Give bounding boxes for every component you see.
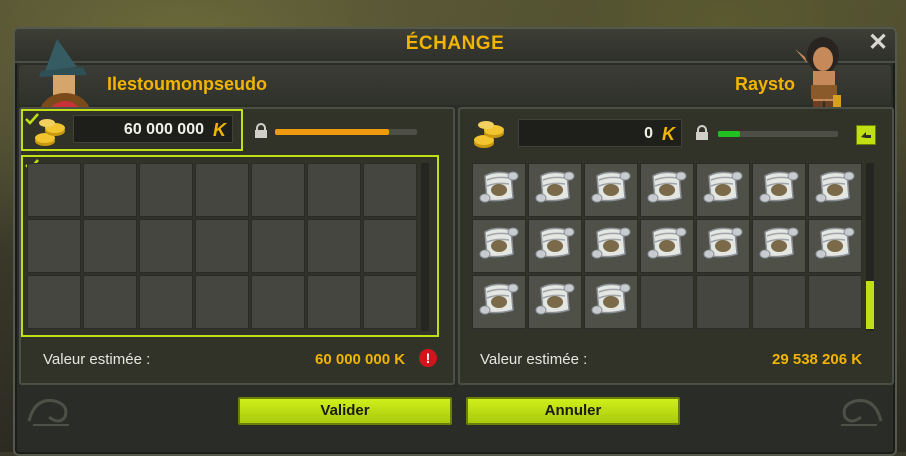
left-estimate-value: 60 000 000 K (315, 351, 406, 368)
left-scrollbar[interactable] (421, 163, 429, 331)
scroll-icon (533, 280, 577, 325)
inventory-slot-item[interactable] (752, 163, 806, 217)
inventory-slot[interactable] (307, 163, 361, 217)
kamas-symbol: K (213, 120, 226, 140)
validate-button[interactable]: Valider (238, 397, 452, 425)
inventory-slot-item[interactable] (808, 219, 862, 273)
scroll-icon (645, 168, 689, 213)
inventory-slot[interactable] (139, 163, 193, 217)
inventory-slot[interactable] (808, 275, 862, 329)
inventory-slot[interactable] (307, 219, 361, 273)
players-bar: Ilestoumonpseudo Raysto (19, 37, 891, 137)
left-estimate-label: Valeur estimée : (43, 351, 151, 368)
inventory-slot[interactable] (251, 163, 305, 217)
inventory-slot[interactable] (83, 163, 137, 217)
inventory-slot-item[interactable] (584, 275, 638, 329)
inventory-slot-item[interactable] (472, 219, 526, 273)
inventory-slot[interactable] (363, 275, 417, 329)
inventory-slot[interactable] (83, 219, 137, 273)
inventory-slot-item[interactable] (696, 163, 750, 217)
inventory-slot[interactable] (251, 219, 305, 273)
lock-icon (255, 123, 267, 138)
inventory-slot[interactable] (83, 275, 137, 329)
inventory-slot[interactable] (752, 275, 806, 329)
left-ornament-icon (27, 398, 69, 426)
inventory-slot[interactable] (696, 275, 750, 329)
inventory-slot[interactable] (27, 163, 81, 217)
inventory-slot-item[interactable] (528, 163, 582, 217)
inventory-slot[interactable] (195, 163, 249, 217)
scroll-icon (477, 168, 521, 213)
scroll-icon (813, 224, 857, 269)
scroll-icon (477, 224, 521, 269)
scroll-icon (757, 224, 801, 269)
exchange-window: ÉCHANGE ✕ Ilestoumonpseudo Raysto 60 000… (13, 27, 897, 456)
inventory-slot-item[interactable] (472, 275, 526, 329)
right-scrollbar[interactable] (866, 163, 874, 331)
scroll-icon (645, 224, 689, 269)
right-kamas-display: 0 K (518, 119, 682, 147)
inventory-slot-item[interactable] (640, 219, 694, 273)
inventory-slot-item[interactable] (640, 163, 694, 217)
inventory-slot[interactable] (363, 163, 417, 217)
left-exchange-panel: 60 000 000 K Valeur estimée : 60 000 000… (19, 107, 455, 385)
right-estimate-label: Valeur estimée : (480, 351, 588, 368)
right-player-name: Raysto (734, 74, 795, 94)
inventory-slot[interactable] (27, 275, 81, 329)
right-exchange-panel: 0 K Valeur estimée : 29 538 206 K (458, 107, 894, 385)
lock-icon (696, 125, 708, 140)
inventory-slot-item[interactable] (808, 163, 862, 217)
scroll-icon (533, 168, 577, 213)
right-progress-fill (718, 131, 740, 137)
close-icon[interactable]: ✕ (867, 31, 889, 55)
scroll-icon (589, 224, 633, 269)
alert-icon[interactable]: ! (419, 349, 437, 367)
inventory-slot-item[interactable] (528, 275, 582, 329)
title-bar[interactable]: ÉCHANGE ✕ (15, 29, 895, 63)
right-item-grid (472, 163, 862, 329)
right-scroll-thumb[interactable] (866, 281, 874, 329)
scroll-icon (813, 168, 857, 213)
inventory-slot[interactable] (195, 275, 249, 329)
window-title: ÉCHANGE (405, 33, 505, 54)
scroll-icon (533, 224, 577, 269)
right-kamas-amount: 0 (644, 125, 653, 142)
inventory-slot[interactable] (27, 219, 81, 273)
inventory-slot[interactable] (139, 219, 193, 273)
scroll-icon (589, 280, 633, 325)
left-kamas-input[interactable]: 60 000 000 K (73, 115, 233, 143)
left-progress-fill (275, 129, 389, 135)
inventory-slot-item[interactable] (584, 219, 638, 273)
inventory-slot[interactable] (363, 219, 417, 273)
cancel-button[interactable]: Annuler (466, 397, 680, 425)
scroll-icon (589, 168, 633, 213)
kamas-symbol: K (662, 124, 675, 144)
right-estimate-value: 29 538 206 K (772, 351, 863, 368)
scroll-icon (701, 168, 745, 213)
left-progress-bar (275, 129, 417, 135)
footer: Valider Annuler (19, 385, 891, 437)
kamas-coins-icon (474, 121, 504, 148)
expand-toggle-icon[interactable] (856, 125, 876, 145)
inventory-slot[interactable] (251, 275, 305, 329)
left-item-grid (27, 163, 417, 329)
inventory-slot-item[interactable] (528, 219, 582, 273)
scroll-icon (757, 168, 801, 213)
inventory-slot-item[interactable] (584, 163, 638, 217)
scroll-icon (477, 280, 521, 325)
inventory-slot[interactable] (640, 275, 694, 329)
right-ornament-icon (841, 398, 883, 426)
left-player-name: Ilestoumonpseudo (107, 74, 268, 94)
right-progress-bar (718, 131, 838, 137)
inventory-slot-item[interactable] (752, 219, 806, 273)
kamas-coins-icon (35, 119, 65, 146)
inventory-slot-item[interactable] (696, 219, 750, 273)
inventory-slot[interactable] (307, 275, 361, 329)
inventory-slot[interactable] (195, 219, 249, 273)
left-kamas-amount: 60 000 000 (123, 121, 204, 138)
inventory-slot[interactable] (139, 275, 193, 329)
scroll-icon (701, 224, 745, 269)
inventory-slot-item[interactable] (472, 163, 526, 217)
